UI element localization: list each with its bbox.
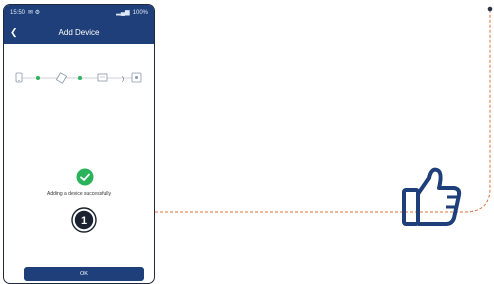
device-step-icon bbox=[15, 72, 23, 83]
statusbar-right: ▂▄▆ 100% bbox=[116, 5, 148, 21]
callout-badge: 1 bbox=[71, 207, 97, 233]
link-step-icon bbox=[55, 72, 68, 84]
signal-icon: ▂▄▆ bbox=[116, 10, 130, 16]
header: ❮ Add Device bbox=[4, 21, 154, 44]
connector-end-dot bbox=[487, 6, 493, 12]
thumbs-up-icon bbox=[402, 167, 462, 226]
page-title: Add Device bbox=[58, 28, 100, 37]
ok-button[interactable]: OK bbox=[24, 267, 144, 281]
notification-icons: ✉ ⚙ bbox=[28, 10, 41, 16]
status-bar: 15:50 ✉ ⚙ ▂▄▆ 100% bbox=[4, 5, 154, 21]
phone-frame: 15:50 ✉ ⚙ ▂▄▆ 100% ❮ Add Device ) Adding… bbox=[3, 4, 155, 284]
signal-step-icon: ) bbox=[122, 77, 124, 83]
success-check-icon bbox=[76, 168, 94, 186]
clock-text: 15:50 bbox=[10, 10, 26, 16]
callout-number: 1 bbox=[81, 215, 87, 227]
router-step-icon bbox=[97, 73, 108, 82]
step-dot-1 bbox=[36, 76, 40, 80]
progress-steps: ) bbox=[15, 72, 142, 84]
back-icon[interactable]: ❮ bbox=[10, 21, 18, 44]
step-dot-2 bbox=[78, 76, 82, 80]
success-message: Adding a device successfully bbox=[47, 191, 111, 197]
battery-level: 100% bbox=[132, 10, 148, 16]
screen-step-icon bbox=[131, 72, 142, 83]
statusbar-left: 15:50 ✉ ⚙ bbox=[10, 5, 40, 21]
